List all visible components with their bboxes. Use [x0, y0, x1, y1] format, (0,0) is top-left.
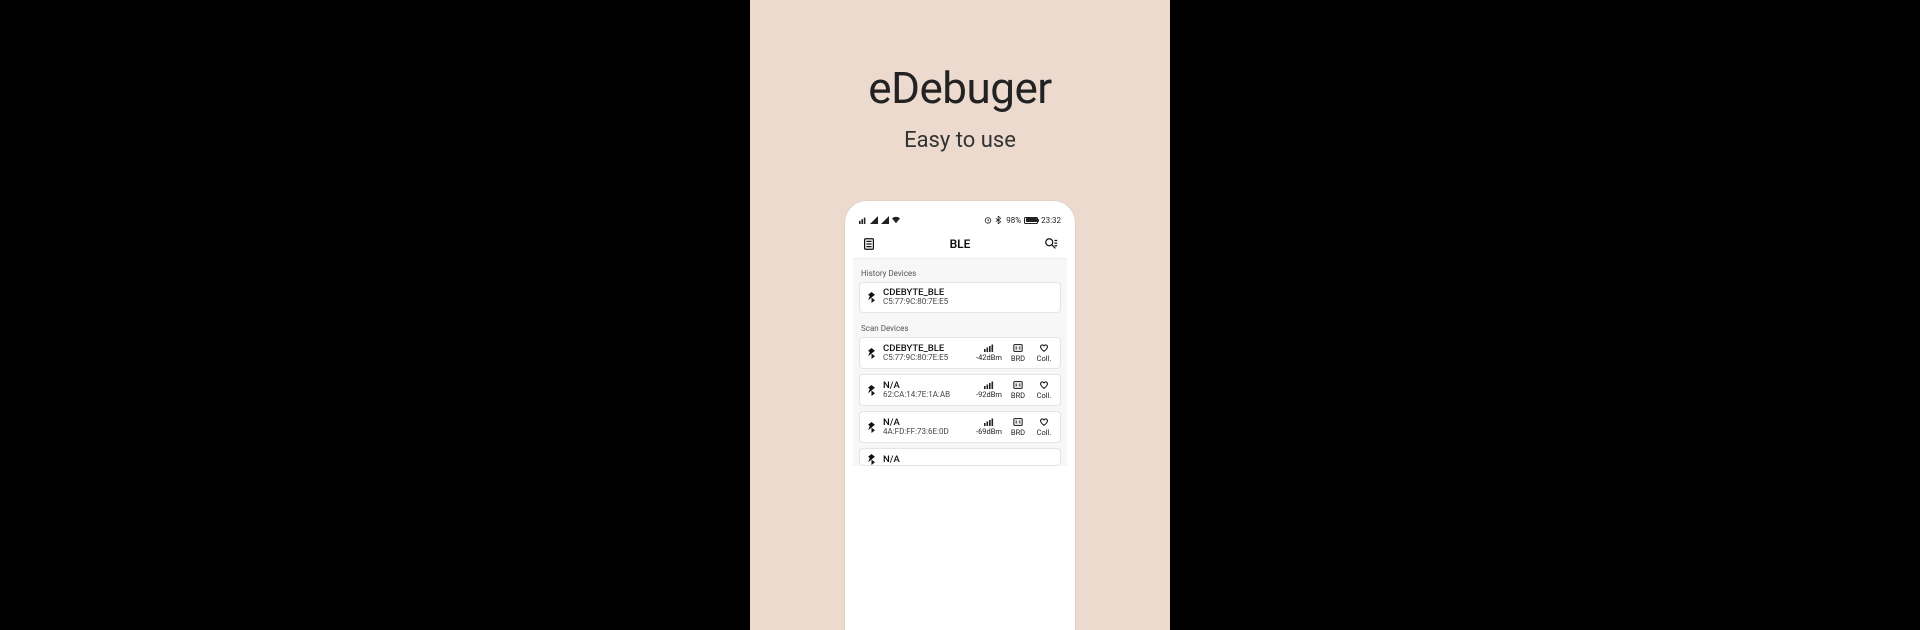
device-info: N/A 62:CA:14:7E:1A:AB: [883, 381, 950, 400]
list-button[interactable]: [859, 234, 879, 254]
bluetooth-icon: [866, 292, 877, 303]
phone-frame: 98% 23:32 BLE History Devices: [845, 201, 1075, 630]
brd-label: BRD: [1011, 428, 1025, 437]
heart-icon: [1039, 380, 1049, 390]
brd-button[interactable]: BRD: [1008, 343, 1028, 363]
board-icon: [1013, 380, 1023, 390]
brd-label: BRD: [1011, 354, 1025, 363]
heart-icon: [1039, 417, 1049, 427]
history-section-label: History Devices: [859, 263, 1061, 282]
signal-icon: [870, 216, 878, 224]
signal-strength: -42dBm: [976, 344, 1002, 362]
app-bar: BLE: [853, 229, 1067, 259]
device-mac: 62:CA:14:7E:1A:AB: [883, 391, 950, 400]
scan-device-item[interactable]: N/A: [859, 448, 1061, 466]
device-mac: 4A:FD:FF:73:6E:0D: [883, 428, 949, 437]
device-name: N/A: [883, 455, 900, 465]
app-bar-title: BLE: [950, 237, 971, 251]
phone-screen: 98% 23:32 BLE History Devices: [853, 211, 1067, 466]
alarm-icon: [984, 216, 992, 224]
scan-device-item[interactable]: N/A 4A:FD:FF:73:6E:0D -69dBm BRD Col: [859, 411, 1061, 443]
search-filter-button[interactable]: [1041, 234, 1061, 254]
battery-icon: [1024, 217, 1038, 224]
scan-device-item[interactable]: CDEBYTE_BLE C5:77:9C:80:7E:E5 -42dBm BRD: [859, 337, 1061, 369]
bluetooth-icon: [866, 385, 877, 396]
brd-button[interactable]: BRD: [1008, 417, 1028, 437]
search-filter-icon: [1044, 237, 1058, 251]
scan-device-item[interactable]: N/A 62:CA:14:7E:1A:AB -92dBm BRD Col: [859, 374, 1061, 406]
bluetooth-icon: [866, 422, 877, 433]
coll-label: Coll.: [1037, 354, 1052, 363]
network-icon: [859, 216, 867, 224]
rssi-value: -42dBm: [976, 353, 1002, 362]
heart-icon: [1039, 343, 1049, 353]
rssi-value: -92dBm: [976, 390, 1002, 399]
content-area: History Devices CDEBYTE_BLE C5:77:9C:80:…: [853, 259, 1067, 466]
clipboard-icon: [862, 237, 876, 251]
status-right: 98% 23:32: [984, 216, 1061, 225]
brd-label: BRD: [1011, 391, 1025, 400]
bluetooth-icon: [866, 454, 877, 465]
device-info: CDEBYTE_BLE C5:77:9C:80:7E:E5: [883, 288, 948, 307]
brd-button[interactable]: BRD: [1008, 380, 1028, 400]
promo-subtitle: Easy to use: [904, 128, 1016, 153]
device-info: CDEBYTE_BLE C5:77:9C:80:7E:E5: [883, 344, 948, 363]
status-bar: 98% 23:32: [853, 211, 1067, 229]
device-info: N/A: [883, 455, 900, 465]
board-icon: [1013, 417, 1023, 427]
bluetooth-icon: [866, 348, 877, 359]
signal-icon-2: [881, 216, 889, 224]
board-icon: [1013, 343, 1023, 353]
bluetooth-status-icon: [995, 216, 1003, 224]
device-mac: C5:77:9C:80:7E:E5: [883, 298, 948, 307]
favorite-button[interactable]: Coll.: [1034, 380, 1054, 400]
promo-title: eDebuger: [868, 62, 1051, 114]
signal-strength: -92dBm: [976, 381, 1002, 399]
coll-label: Coll.: [1037, 391, 1052, 400]
scan-section-label: Scan Devices: [859, 318, 1061, 337]
signal-bars-icon: [984, 381, 994, 389]
device-info: N/A 4A:FD:FF:73:6E:0D: [883, 418, 949, 437]
history-device-item[interactable]: CDEBYTE_BLE C5:77:9C:80:7E:E5: [859, 282, 1061, 313]
device-mac: C5:77:9C:80:7E:E5: [883, 354, 948, 363]
signal-bars-icon: [984, 344, 994, 352]
signal-bars-icon: [984, 418, 994, 426]
battery-pct: 98%: [1006, 216, 1021, 225]
status-left: [859, 216, 900, 224]
signal-strength: -69dBm: [976, 418, 1002, 436]
coll-label: Coll.: [1037, 428, 1052, 437]
wifi-icon: [892, 216, 900, 224]
favorite-button[interactable]: Coll.: [1034, 343, 1054, 363]
status-time: 23:32: [1041, 216, 1061, 225]
promo-panel: eDebuger Easy to use 98% 23:32: [750, 0, 1170, 630]
favorite-button[interactable]: Coll.: [1034, 417, 1054, 437]
rssi-value: -69dBm: [976, 427, 1002, 436]
